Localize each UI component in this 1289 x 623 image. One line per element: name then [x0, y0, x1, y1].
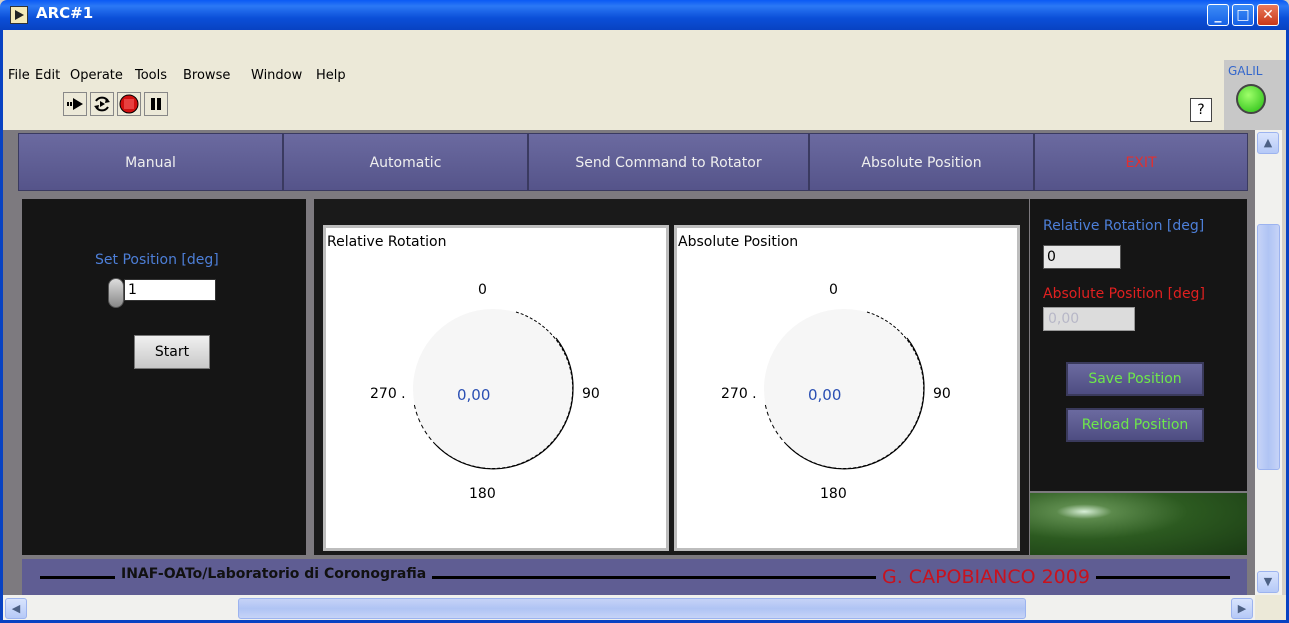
minimize-button[interactable]: _ [1207, 4, 1229, 26]
footer-credit: G. CAPOBIANCO 2009 [876, 566, 1096, 588]
tab-send-command[interactable]: Send Command to Rotator [528, 133, 809, 191]
tab-exit[interactable]: EXIT [1034, 133, 1248, 191]
tab-automatic[interactable]: Automatic [283, 133, 528, 191]
menu-tools[interactable]: Tools [135, 68, 167, 83]
absolute-position-label: Absolute Position [deg] [1043, 286, 1205, 302]
dial-tick-0: 0 [478, 282, 487, 298]
menu-window[interactable]: Window [251, 68, 302, 83]
menu-browse[interactable]: Browse [183, 68, 230, 83]
abort-icon[interactable] [117, 92, 141, 116]
menu-file[interactable]: File [8, 68, 30, 83]
vertical-scroll-thumb[interactable] [1257, 224, 1280, 470]
relative-rotation-dial: Relative Rotation 0 90 180 270 . 0,00 [323, 225, 669, 551]
readout-panel [1030, 199, 1247, 491]
menu-help[interactable]: Help [316, 68, 346, 83]
title-bar[interactable] [0, 0, 1289, 30]
absolute-position-indicator: 0,00 [1043, 307, 1135, 331]
dial-tick-270: 270 . [370, 386, 406, 402]
horizontal-scroll-thumb[interactable] [238, 598, 1026, 619]
labview-app-icon [10, 6, 28, 24]
scroll-right-button[interactable]: ▶ [1231, 598, 1253, 619]
resize-grip[interactable] [1255, 595, 1286, 621]
scroll-down-button[interactable]: ▼ [1257, 571, 1279, 593]
relative-rotation-label: Relative Rotation [deg] [1043, 218, 1205, 234]
run-continuously-icon[interactable] [90, 92, 114, 116]
relative-rotation-indicator: 0 [1043, 245, 1121, 269]
galil-status-led [1236, 84, 1266, 114]
tab-absolute-position[interactable]: Absolute Position [809, 133, 1034, 191]
decorative-green-panel [1030, 493, 1247, 555]
menu-operate[interactable]: Operate [70, 68, 123, 83]
close-button[interactable]: ✕ [1257, 4, 1279, 26]
footer-lab-name: INAF-OATo/Laboratorio di Coronografia [115, 566, 433, 582]
window-title: ARC#1 [36, 4, 94, 22]
scroll-left-button[interactable]: ◀ [5, 598, 27, 619]
dial-value: 0,00 [808, 386, 842, 404]
set-position-label: Set Position [deg] [95, 252, 219, 268]
pause-icon[interactable] [144, 92, 168, 116]
galil-label: GALIL [1228, 64, 1263, 78]
dial-value: 0,00 [457, 386, 491, 404]
dial-tick-0: 0 [829, 282, 838, 298]
dial-tick-180: 180 [820, 486, 847, 502]
scroll-up-button[interactable]: ▲ [1257, 132, 1279, 154]
dial-tick-90: 90 [582, 386, 600, 402]
dial-tick-90: 90 [933, 386, 951, 402]
tab-manual[interactable]: Manual [18, 133, 283, 191]
set-position-input[interactable]: 1 [124, 279, 216, 301]
context-help-icon[interactable]: ? [1190, 98, 1212, 122]
reload-position-button[interactable]: Reload Position [1066, 408, 1204, 442]
increment-decrement-spinner[interactable] [108, 278, 124, 308]
dial-tick-270: 270 . [721, 386, 757, 402]
save-position-button[interactable]: Save Position [1066, 362, 1204, 396]
run-arrow-icon[interactable] [63, 92, 87, 116]
start-button[interactable]: Start [134, 335, 210, 369]
dial-tick-180: 180 [469, 486, 496, 502]
absolute-position-dial: Absolute Position 0 90 180 270 . 0,00 [674, 225, 1020, 551]
menu-edit[interactable]: Edit [35, 68, 60, 83]
maximize-button[interactable]: □ [1232, 4, 1254, 26]
